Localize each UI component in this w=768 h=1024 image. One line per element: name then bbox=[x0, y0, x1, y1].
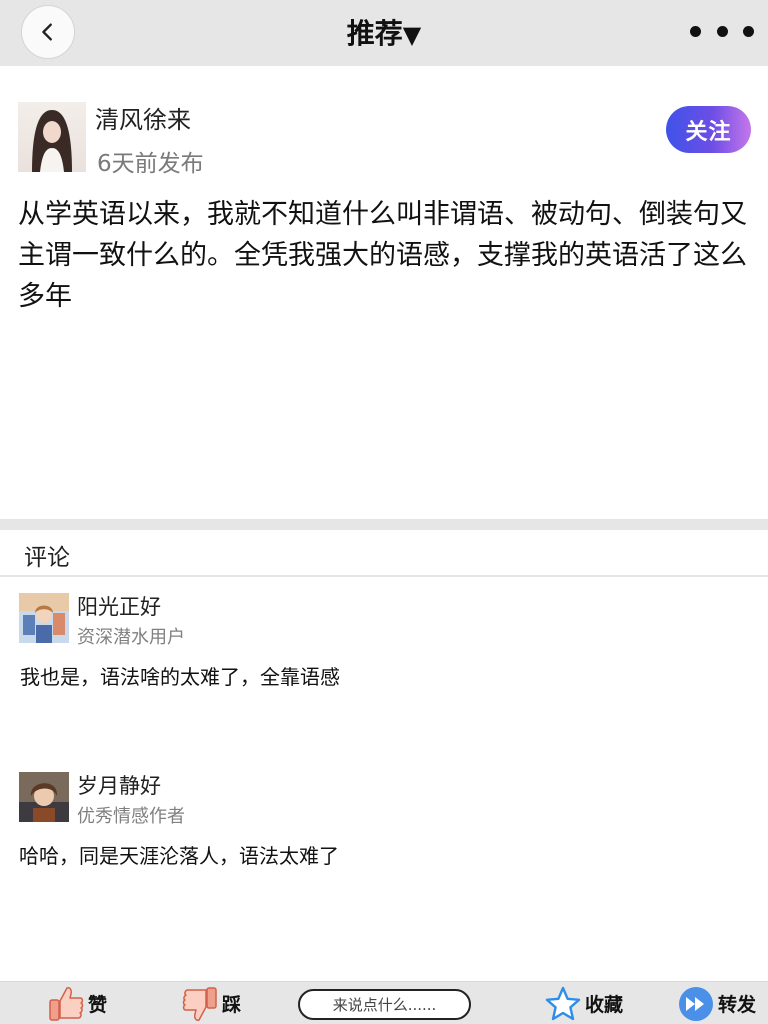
commenter-name[interactable]: 岁月静好 bbox=[77, 770, 161, 800]
thumbs-down-icon bbox=[182, 986, 217, 1021]
comment-input[interactable]: 来说点什么...... bbox=[298, 989, 471, 1020]
like-button[interactable]: 赞 bbox=[48, 982, 107, 1024]
comment-text: 我也是，语法啥的太难了，全靠语感 bbox=[20, 665, 340, 689]
feed-selector[interactable]: 推荐▼ bbox=[0, 12, 768, 52]
favorite-button[interactable]: 收藏 bbox=[545, 982, 623, 1024]
favorite-label: 收藏 bbox=[585, 994, 624, 1016]
commenter-avatar[interactable] bbox=[19, 772, 69, 822]
comments-heading: 评论 bbox=[24, 545, 70, 571]
like-label: 赞 bbox=[88, 994, 108, 1016]
follow-button[interactable]: 关注 bbox=[666, 106, 751, 153]
dislike-button[interactable]: 踩 bbox=[182, 982, 241, 1024]
commenter-avatar[interactable] bbox=[19, 593, 69, 643]
commenter-name[interactable]: 阳光正好 bbox=[77, 591, 161, 621]
top-bar: 推荐▼ bbox=[0, 0, 768, 66]
share-button[interactable]: 转发 bbox=[678, 982, 756, 1024]
fast-forward-icon bbox=[679, 986, 713, 1021]
caret-down-icon: ▼ bbox=[402, 21, 422, 49]
post-detail-page: 推荐▼ 清风徐来 6天前发布 关注 从学英语以来，我就不知道什么叫非谓语、被动句… bbox=[0, 0, 768, 1024]
comment-text: 哈哈，同是天涯沦落人，语法太难了 bbox=[19, 844, 339, 868]
thumbs-up-icon bbox=[49, 986, 84, 1021]
share-label: 转发 bbox=[718, 994, 757, 1016]
more-dot-icon bbox=[743, 25, 754, 37]
bottom-action-bar: 赞 踩 来说点什么...... 收藏 转发 bbox=[0, 981, 768, 1024]
author-name[interactable]: 清风徐来 bbox=[95, 100, 191, 135]
star-icon bbox=[545, 986, 581, 1020]
divider bbox=[0, 575, 768, 577]
section-divider bbox=[0, 519, 768, 530]
dislike-label: 踩 bbox=[222, 994, 242, 1016]
commenter-badge: 资深潜水用户 bbox=[77, 627, 185, 648]
more-button[interactable] bbox=[690, 18, 754, 44]
commenter-badge: 优秀情感作者 bbox=[77, 806, 185, 827]
more-dot-icon bbox=[716, 25, 728, 37]
more-dot-icon bbox=[690, 25, 701, 37]
post-content: 从学英语以来，我就不知道什么叫非谓语、被动句、倒装句又主谓一致什么的。全凭我强大… bbox=[18, 199, 747, 312]
author-avatar[interactable] bbox=[18, 102, 86, 172]
post-time: 6天前发布 bbox=[97, 151, 204, 177]
page-title: 推荐 bbox=[346, 17, 403, 50]
